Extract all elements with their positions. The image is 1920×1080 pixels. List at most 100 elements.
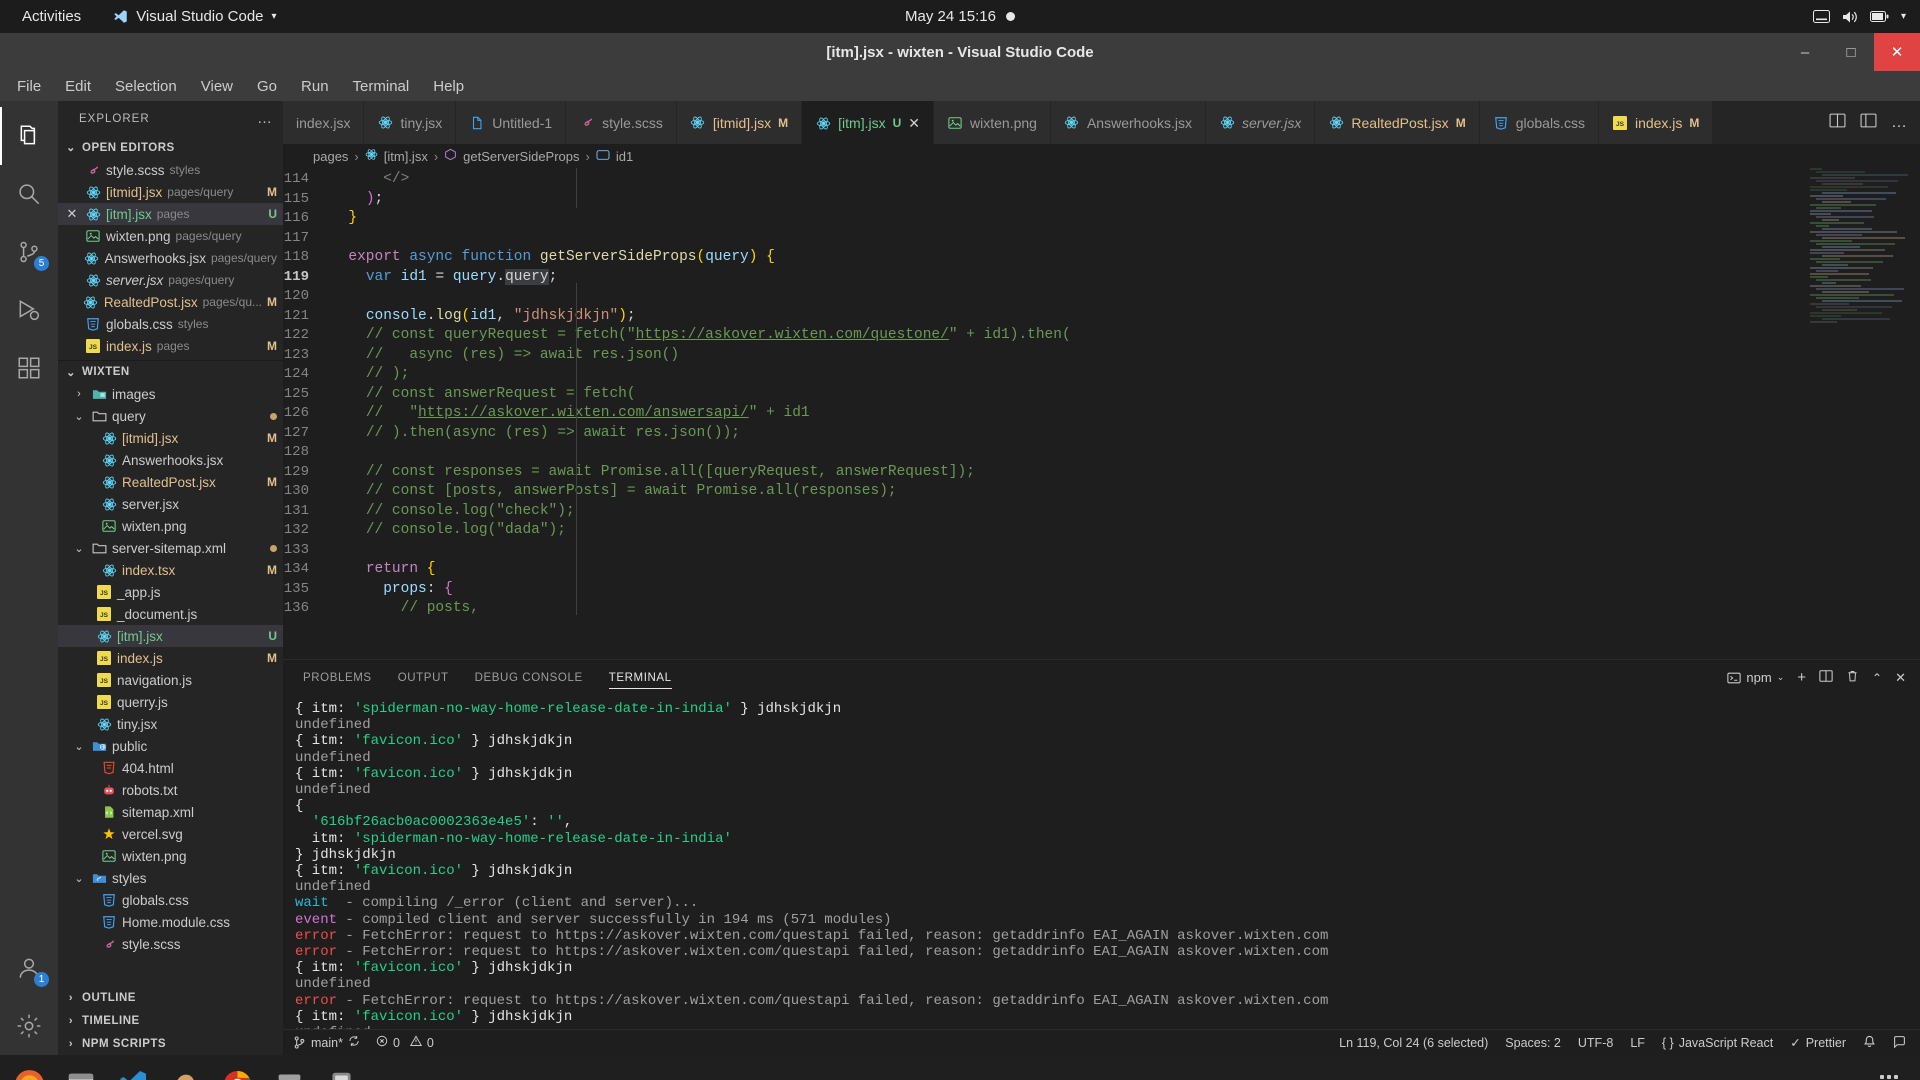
menu-terminal[interactable]: Terminal: [342, 75, 421, 98]
file-tree-item[interactable]: RealtedPost.jsx M: [58, 471, 283, 493]
code-editor[interactable]: 114 </> 115 ); 116 } 117 118 export async f…: [283, 168, 1920, 659]
files-icon[interactable]: [60, 1063, 102, 1080]
sidebar-more-icon[interactable]: …: [257, 110, 273, 127]
editor-tab[interactable]: tiny.jsx: [364, 101, 457, 144]
activity-run-and-debug[interactable]: [0, 281, 58, 339]
file-tree-item[interactable]: › images: [58, 383, 283, 405]
file-tree-item[interactable]: JS index.js M: [58, 647, 283, 669]
file-tree-item[interactable]: JS _app.js: [58, 581, 283, 603]
file-tree-item[interactable]: JS querry.js: [58, 691, 283, 713]
chevron-down-icon[interactable]: ⌄: [72, 542, 86, 555]
maximize-button[interactable]: □: [1828, 33, 1874, 71]
menu-go[interactable]: Go: [246, 75, 288, 98]
calculator-icon[interactable]: [320, 1063, 362, 1080]
status-branch[interactable]: main*: [293, 1035, 360, 1050]
file-tree-item[interactable]: JS navigation.js: [58, 669, 283, 691]
system-tray[interactable]: ▾: [1812, 10, 1906, 24]
breadcrumb-item-symbol[interactable]: getServerSideProps: [463, 149, 579, 164]
file-tree-item[interactable]: [itmid].jsx M: [58, 427, 283, 449]
file-tree-item[interactable]: globals.css: [58, 889, 283, 911]
terminal-output[interactable]: { itm: 'spiderman-no-way-home-release-da…: [283, 695, 1920, 1029]
breadcrumb-item-variable[interactable]: id1: [616, 149, 633, 164]
open-editor-item[interactable]: RealtedPost.jsx pages/qu... M: [58, 291, 283, 313]
panel-tab-problems[interactable]: PROBLEMS: [303, 660, 372, 695]
activity-accounts[interactable]: 1: [0, 939, 58, 997]
editor-tab[interactable]: RealtedPost.jsx M: [1315, 101, 1480, 144]
status-eol[interactable]: LF: [1630, 1036, 1645, 1050]
layout-icon[interactable]: [1860, 112, 1877, 134]
file-tree-item[interactable]: server.jsx: [58, 493, 283, 515]
chevron-right-icon[interactable]: ›: [72, 388, 86, 400]
chevron-down-icon[interactable]: ⌄: [72, 740, 86, 753]
file-tree-item[interactable]: style.scss: [58, 933, 283, 955]
status-indentation[interactable]: Spaces: 2: [1505, 1036, 1561, 1050]
close-button[interactable]: ✕: [1874, 33, 1920, 71]
file-tree-item[interactable]: ⌄ query: [58, 405, 283, 427]
gimp-icon[interactable]: [164, 1063, 206, 1080]
file-tree-item[interactable]: wixten.png: [58, 845, 283, 867]
file-tree-item[interactable]: vercel.svg: [58, 823, 283, 845]
section-timeline[interactable]: › TIMELINE: [58, 1009, 283, 1032]
minimap[interactable]: [1810, 168, 1908, 659]
show-applications-icon[interactable]: [1880, 1075, 1912, 1080]
breadcrumb-item-pages[interactable]: pages: [313, 149, 348, 164]
editor-tab[interactable]: index.jsx: [283, 101, 365, 144]
terminal-profile-icon[interactable]: npm ⌄: [1727, 670, 1784, 685]
chrome-icon[interactable]: [216, 1063, 258, 1080]
open-editor-item[interactable]: wixten.png pages/query: [58, 225, 283, 247]
file-tree-item[interactable]: [itm].jsx U: [58, 625, 283, 647]
chevron-down-icon[interactable]: ⌄: [1777, 672, 1785, 683]
panel-tab-output[interactable]: OUTPUT: [398, 660, 449, 695]
editor-tab[interactable]: server.jsx: [1206, 101, 1316, 144]
editor-tab[interactable]: JS index.js M: [1598, 101, 1714, 144]
editor-tab[interactable]: Answerhooks.jsx: [1050, 101, 1207, 144]
file-tree-item[interactable]: JS _document.js: [58, 603, 283, 625]
open-editor-item[interactable]: Answerhooks.jsx pages/query: [58, 247, 283, 269]
breadcrumb-item-file[interactable]: [itm].jsx: [384, 149, 428, 164]
file-tree-item[interactable]: index.tsx M: [58, 559, 283, 581]
more-actions-icon[interactable]: …: [1891, 114, 1908, 132]
close-icon[interactable]: ✕: [64, 206, 80, 222]
editor-tab[interactable]: style.scss: [566, 101, 677, 144]
status-language-mode[interactable]: { } JavaScript React: [1662, 1036, 1773, 1050]
activity-extensions[interactable]: [0, 339, 58, 397]
open-editor-item[interactable]: globals.css styles: [58, 313, 283, 335]
open-editor-item[interactable]: [itmid].jsx pages/query M: [58, 181, 283, 203]
activity-search[interactable]: [0, 165, 58, 223]
status-formatter[interactable]: ✓ Prettier: [1790, 1035, 1846, 1051]
file-tree-item[interactable]: ⌄ public: [58, 735, 283, 757]
activity-explorer[interactable]: [0, 107, 58, 165]
editor-tab[interactable]: globals.css: [1479, 101, 1599, 144]
menu-view[interactable]: View: [190, 75, 244, 98]
tab-close-icon[interactable]: ✕: [908, 115, 920, 132]
menu-selection[interactable]: Selection: [104, 75, 188, 98]
archive-icon[interactable]: [268, 1063, 310, 1080]
file-tree-item[interactable]: 404.html: [58, 757, 283, 779]
menu-file[interactable]: File: [6, 75, 52, 98]
panel-tab-debug-console[interactable]: DEBUG CONSOLE: [475, 660, 583, 695]
kill-terminal-icon[interactable]: [1846, 669, 1859, 686]
maximize-panel-icon[interactable]: ⌃: [1872, 671, 1882, 685]
split-terminal-icon[interactable]: [1819, 669, 1833, 686]
clock[interactable]: May 24 15:16: [905, 8, 1015, 25]
firefox-icon[interactable]: [8, 1063, 50, 1080]
minimize-button[interactable]: –: [1782, 33, 1828, 71]
activities-button[interactable]: Activities: [14, 6, 89, 27]
editor-tab[interactable]: [itmid].jsx M: [676, 101, 803, 144]
menu-run[interactable]: Run: [290, 75, 340, 98]
active-app-menu[interactable]: Visual Studio Code ▾: [113, 8, 277, 25]
status-problems[interactable]: 0 0: [376, 1035, 434, 1050]
sync-icon[interactable]: [348, 1035, 360, 1050]
section-outline[interactable]: › OUTLINE: [58, 986, 283, 1009]
menu-edit[interactable]: Edit: [54, 75, 102, 98]
file-tree-item[interactable]: ⌄ styles: [58, 867, 283, 889]
new-terminal-icon[interactable]: +: [1797, 669, 1806, 686]
chevron-down-icon[interactable]: ⌄: [72, 872, 86, 885]
close-panel-icon[interactable]: ✕: [1895, 670, 1906, 686]
open-editor-item[interactable]: style.scss styles: [58, 159, 283, 181]
activity-source-control[interactable]: 5: [0, 223, 58, 281]
panel-tab-terminal[interactable]: TERMINAL: [608, 660, 672, 695]
editor-tab[interactable]: wixten.png: [934, 101, 1051, 144]
section-npm-scripts[interactable]: › NPM SCRIPTS: [58, 1032, 283, 1055]
file-tree-item[interactable]: robots.txt: [58, 779, 283, 801]
